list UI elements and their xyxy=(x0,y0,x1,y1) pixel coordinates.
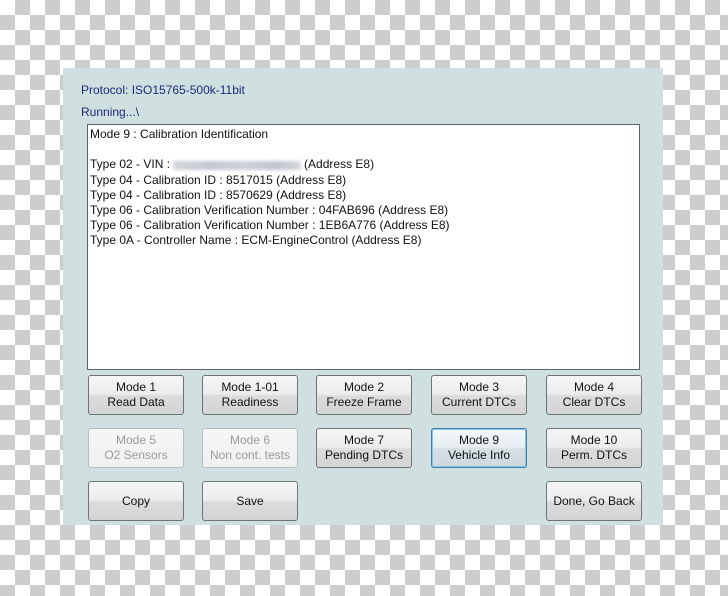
button-label-line1: Mode 5 xyxy=(115,433,157,447)
button-label-line1: Mode 2 xyxy=(343,380,385,394)
result-line: Type 04 - Calibration ID : 8517015 (Addr… xyxy=(90,172,347,187)
copy-button[interactable]: Copy xyxy=(88,481,184,521)
button-label-line1: Mode 9 xyxy=(458,433,500,447)
button-label-line2: Readiness xyxy=(221,395,279,409)
button-label-line2: O2 Sensors xyxy=(104,448,168,462)
button-label-line2: Clear DTCs xyxy=(562,395,626,409)
button-label-line1: Mode 3 xyxy=(458,380,500,394)
obd-dialog-panel: Protocol: ISO15765-500k-11bit Running...… xyxy=(63,68,663,525)
vin-label: Type 02 - VIN : xyxy=(90,157,171,172)
button-label-line2: Read Data xyxy=(107,395,165,409)
mode-10-perm-dtcs-button[interactable]: Mode 10 Perm. DTCs xyxy=(546,428,642,468)
mode-6-non-cont-tests-button[interactable]: Mode 6 Non cont. tests xyxy=(202,428,298,468)
mode-2-freeze-frame-button[interactable]: Mode 2 Freeze Frame xyxy=(316,375,412,415)
mode-3-current-dtcs-button[interactable]: Mode 3 Current DTCs xyxy=(431,375,527,415)
button-label-line1: Mode 10 xyxy=(570,433,618,447)
results-title: Mode 9 : Calibration Identification xyxy=(90,127,269,141)
result-line-vin: Type 02 - VIN : (Address E8) xyxy=(90,157,637,172)
save-button[interactable]: Save xyxy=(202,481,298,521)
mode-1-01-readiness-button[interactable]: Mode 1-01 Readiness xyxy=(202,375,298,415)
button-label-line1: Mode 1 xyxy=(115,380,157,394)
done-go-back-button[interactable]: Done, Go Back xyxy=(546,481,642,521)
button-label-line2: Current DTCs xyxy=(441,395,516,409)
button-label-line1: Mode 4 xyxy=(573,380,615,394)
button-label-line1: Mode 6 xyxy=(229,433,271,447)
mode-4-clear-dtcs-button[interactable]: Mode 4 Clear DTCs xyxy=(546,375,642,415)
result-line: Type 06 - Calibration Verification Numbe… xyxy=(90,203,449,217)
button-label-line2: Vehicle Info xyxy=(447,448,511,462)
mode-1-read-data-button[interactable]: Mode 1 Read Data xyxy=(88,375,184,415)
button-label-line2: Non cont. tests xyxy=(209,448,291,462)
button-label-line1: Mode 1-01 xyxy=(221,380,279,394)
button-label-line2: Perm. DTCs xyxy=(561,448,627,462)
button-label-line2: Freeze Frame xyxy=(326,395,402,409)
result-line: Type 04 - Calibration ID : 8570629 (Addr… xyxy=(90,187,347,202)
results-text-area[interactable]: Mode 9 : Calibration Identification Type… xyxy=(87,124,640,370)
vin-redacted-value xyxy=(173,160,302,170)
button-label-line1: Mode 7 xyxy=(343,433,385,447)
mode-7-pending-dtcs-button[interactable]: Mode 7 Pending DTCs xyxy=(316,428,412,468)
result-line: Type 06 - Calibration Verification Numbe… xyxy=(90,218,450,233)
mode-5-o2-sensors-button[interactable]: Mode 5 O2 Sensors xyxy=(88,428,184,468)
result-line: Type 0A - Controller Name : ECM-EngineCo… xyxy=(90,233,422,248)
button-label-line2: Pending DTCs xyxy=(324,448,404,462)
vin-address: (Address E8) xyxy=(304,157,375,172)
protocol-label: Protocol: ISO15765-500k-11bit xyxy=(81,83,245,97)
running-status: Running...\ xyxy=(81,105,140,119)
mode-9-vehicle-info-button[interactable]: Mode 9 Vehicle Info xyxy=(431,428,527,468)
